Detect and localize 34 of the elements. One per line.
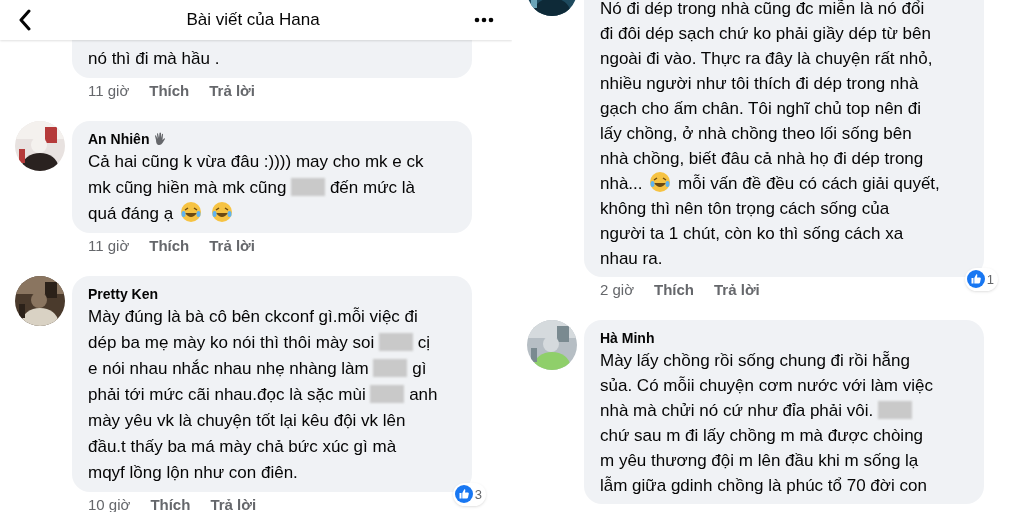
page-title: Bài viết của Hana [186,9,320,32]
comment-text: Cả hai cũng k vừa đâu :)))) may cho mk e ck mk cũng hiền mà mk cũng đến mức là quá đáng ạ [88,151,425,225]
reply-link[interactable]: Trả lời [209,81,255,101]
reply-link[interactable]: Trả lời [209,236,255,256]
back-icon[interactable] [18,9,32,31]
like-link[interactable]: Thích [149,236,190,256]
like-icon [966,270,985,289]
like-link[interactable]: Thích [654,280,695,300]
like-link[interactable]: Thích [149,81,190,101]
commenter-name[interactable]: An Nhiên [88,129,150,149]
commenter-name[interactable]: Pretty Ken [88,284,159,304]
reaction-count[interactable]: 1 [964,267,998,291]
comment-text: Nó đi dép trong nhà cũng đc miễn là nó đổi đi đôi dép sạch chứ ko phải giầy dép từ bên ngoài đi vào. Thực ra đây là chuyện rất nhỏ, nhiều người như tôi thích đi dép trong nhà gạch cho ấm chân. Tôi nghĩ chủ top nên đi lấy chồng, ở nhà chồng theo lối sống bên nhà chồng, biết đâu cả nhà họ đi dép trong nhà... mỗi vấn đề đều có cách giải quyết, không thì nên tôn trọng cách sống của người ta 1 chút, còn ko thì sống cách xa nhau ra. [600,0,941,270]
more-icon[interactable] [474,17,494,23]
laughing-emoji-icon [210,201,233,223]
reply-link[interactable]: Trả lời [714,280,760,300]
laughing-emoji-icon [179,201,202,223]
redaction-blur [379,333,414,351]
redaction-blur [370,385,405,403]
commenter-name[interactable]: Hà Minh [600,328,655,348]
reply-link[interactable]: Trả lời [210,495,257,512]
redaction-blur [878,401,912,419]
comment-time: 11 giờ [88,81,130,101]
reaction-count[interactable]: 3 [452,482,486,506]
redaction-blur [373,359,408,377]
comment-time: 2 giờ [600,280,635,300]
comment-text: Mày đúng là bà cô bên ckconf gì.mỗi việc đi dép ba mẹ mày ko nói thì thôi mày soi cị e nói nhau nhắc nhau nhẹ nhàng làm gì phải tới mức cãi nhau.đọc là sặc mùi anh mày yêu vk là chuyện tốt lại kêu đội vk lên đầu.t thấy ba má mày chả bức xúc gì mà mqyf lồng lộn như con điên. [88,306,439,484]
comment-text: nó thì đi mà hầu . [88,48,221,70]
laughing-emoji-icon [649,171,672,193]
comment-text: Mày lấy chồng rồi sống chung đi rồi hẵng sủa. Có mỗii chuyện cơm nước với làm việc nhà mà chửi nó cứ như đỉa phải vôi. chứ sau m đi lấy chồng m mà được chòing m yêu thương đội m lên đầu khi m sống lạ lẫm giữa gdinh chồng là phúc tổ 70 đời con [600,350,934,497]
comment-time: 11 giờ [88,236,130,256]
like-icon [454,485,473,504]
like-link[interactable]: Thích [150,495,191,512]
redaction-blur [291,178,326,196]
